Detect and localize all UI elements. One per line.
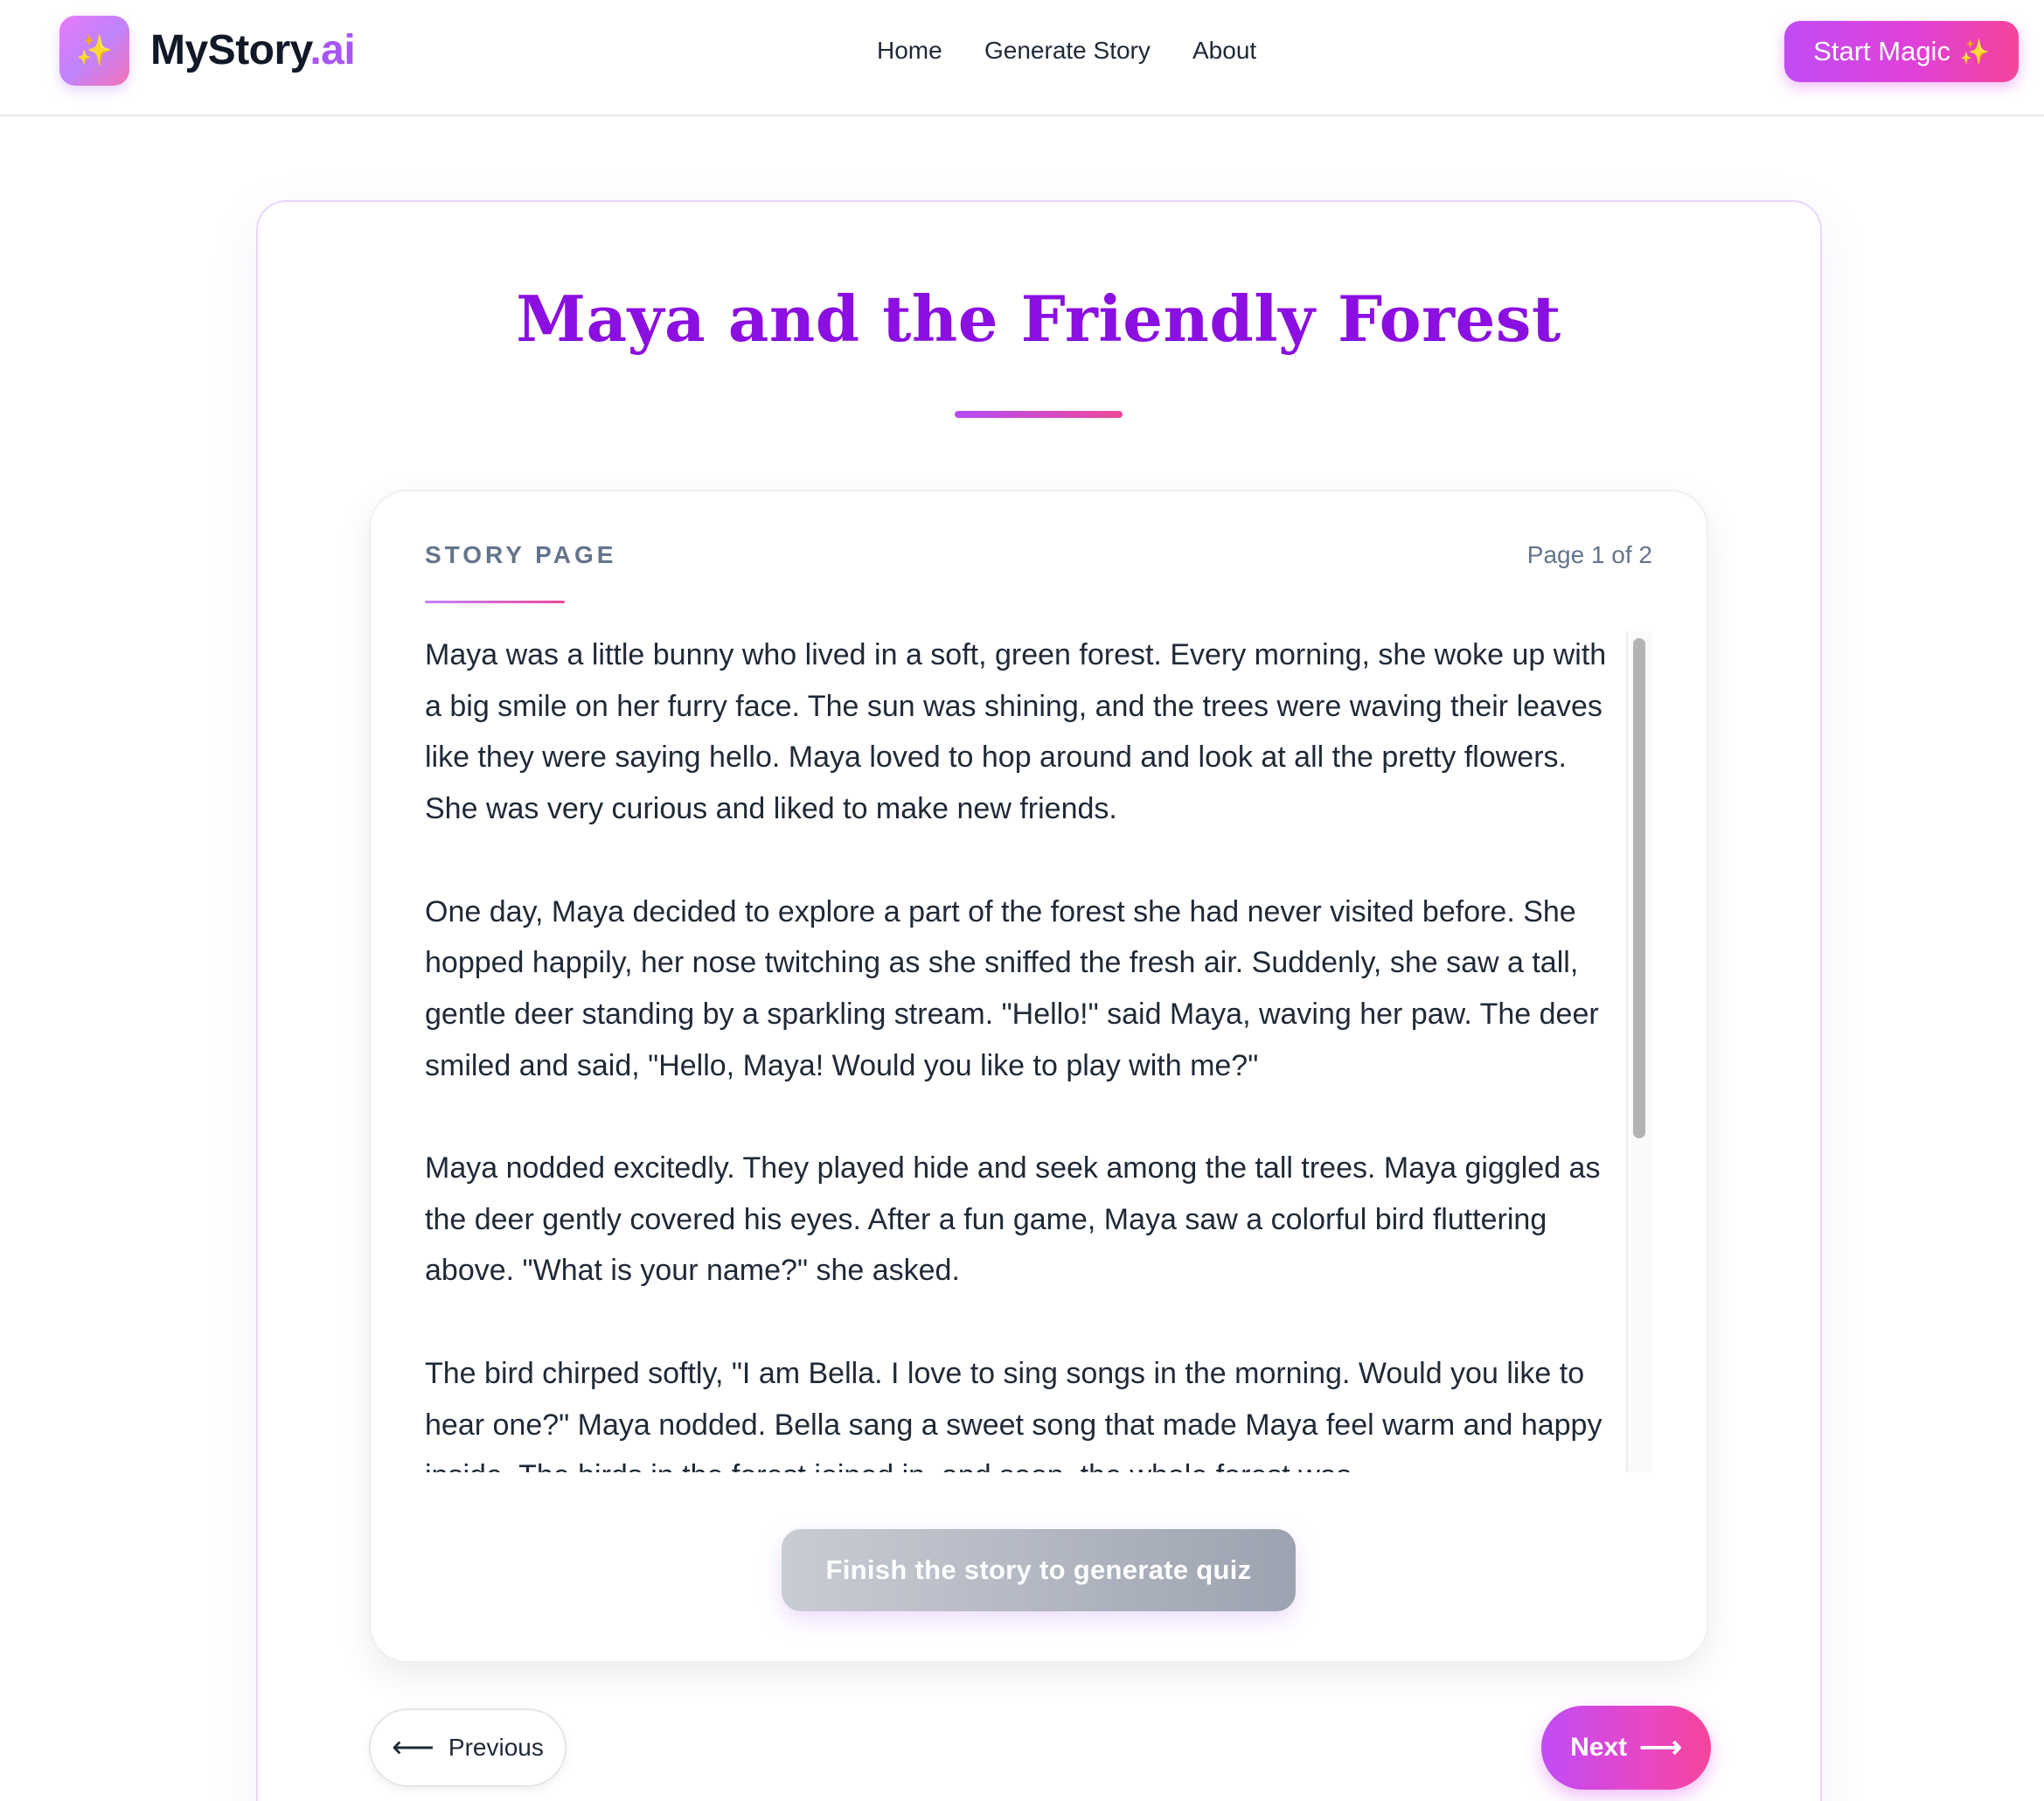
arrow-right-icon: ⟶ xyxy=(1639,1731,1682,1764)
next-page-button[interactable]: Next ⟶ xyxy=(1541,1706,1711,1790)
generate-quiz-button[interactable]: Finish the story to generate quiz xyxy=(782,1529,1296,1611)
page-indicator: Page 1 of 2 xyxy=(1526,541,1652,568)
story-text: Maya was a little bunny who lived in a s… xyxy=(425,629,1614,1472)
nav-link-home[interactable]: Home xyxy=(877,33,942,68)
previous-page-button[interactable]: ⟵ Previous xyxy=(369,1708,567,1787)
story-paragraph: Maya was a little bunny who lived in a s… xyxy=(425,638,1607,826)
story-paragraph: Maya nodded excitedly. They played hide … xyxy=(425,1151,1601,1288)
nav-link-about[interactable]: About xyxy=(1192,33,1256,68)
sparkles-icon: ✨ xyxy=(1958,38,1990,66)
arrow-left-icon: ⟵ xyxy=(392,1731,435,1764)
start-magic-label: Start Magic xyxy=(1813,36,1950,66)
nav-link-generate-story[interactable]: Generate Story xyxy=(984,33,1151,68)
story-text-scroll-area[interactable]: Maya was a little bunny who lived in a s… xyxy=(425,629,1652,1472)
story-paragraph: The bird chirped softly, "I am Bella. I … xyxy=(425,1356,1603,1472)
next-label: Next xyxy=(1570,1733,1628,1762)
title-underline xyxy=(955,411,1123,418)
story-paragraph: One day, Maya decided to explore a part … xyxy=(425,894,1599,1082)
start-magic-button[interactable]: Start Magic ✨ xyxy=(1784,21,2019,82)
story-title: Maya and the Friendly Forest xyxy=(516,282,1561,356)
previous-label: Previous xyxy=(448,1734,544,1761)
main-nav: Home Generate Story About xyxy=(0,33,2044,68)
top-navigation-bar: ✨ MyStory.ai Home Generate Story About S… xyxy=(0,0,2044,116)
section-label: STORY PAGE xyxy=(425,541,617,568)
scrollbar-thumb[interactable] xyxy=(1633,638,1645,1138)
section-label-underline xyxy=(425,601,565,603)
